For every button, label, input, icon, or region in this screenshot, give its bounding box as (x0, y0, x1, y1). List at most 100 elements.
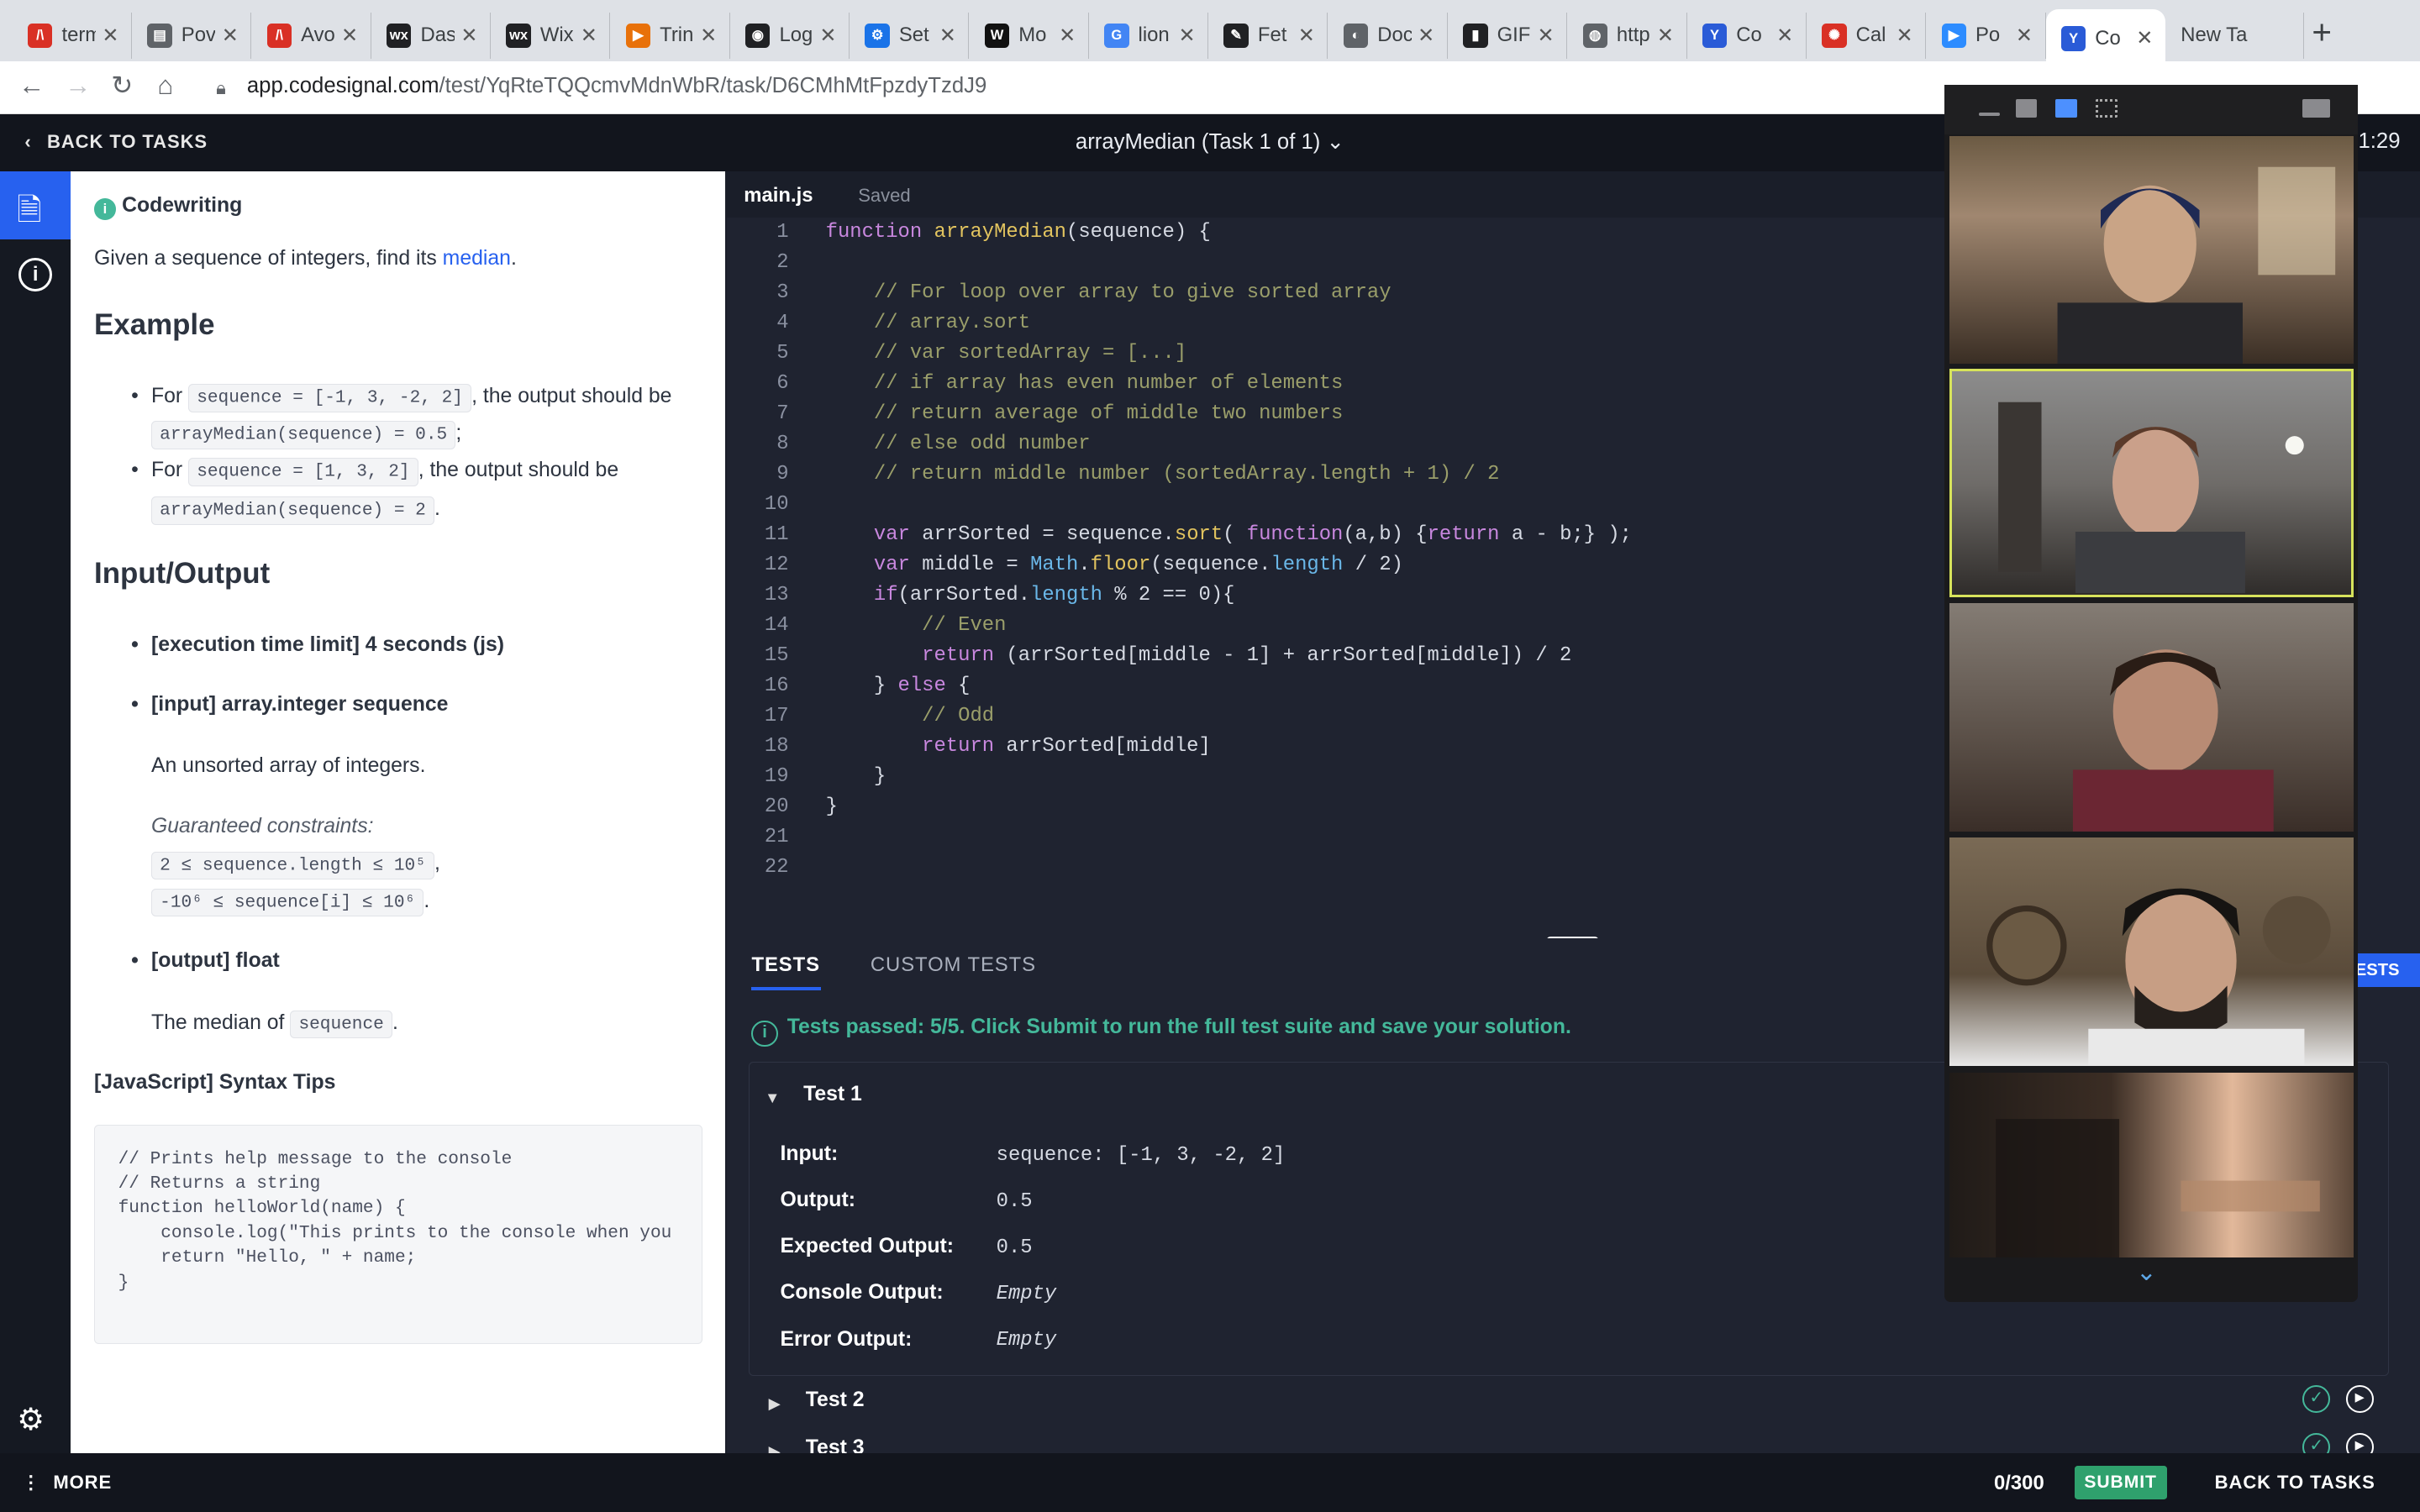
browser-tab[interactable]: W Mo ✕ (969, 12, 1089, 59)
code-line[interactable]: } else { (826, 675, 971, 706)
close-tab-icon[interactable]: ✕ (939, 24, 956, 48)
browser-tab[interactable]: /\ Avo ✕ (251, 12, 371, 59)
browser-tab[interactable]: ⚙ Set ✕ (850, 12, 970, 59)
speaker-view-icon[interactable] (2055, 98, 2078, 118)
participant-video-4[interactable] (1949, 837, 2354, 1067)
submit-button[interactable]: SUBMIT (2074, 1465, 2167, 1500)
code-line[interactable]: } (826, 765, 886, 796)
code-line[interactable]: // var sortedArray = [...] (826, 342, 1186, 373)
info-icon: i (751, 1021, 778, 1047)
tab-favicon-icon: ◍ (1582, 23, 1607, 48)
browser-tab[interactable]: Y Co ✕ (1687, 12, 1807, 59)
participant-video-1[interactable] (1949, 135, 2354, 365)
thumbnail-view-icon[interactable] (2015, 98, 2038, 118)
tab-label: Set (898, 24, 929, 47)
code-line[interactable]: var middle = Math.floor(sequence.length … (826, 554, 1403, 585)
close-tab-icon[interactable]: ✕ (102, 24, 118, 48)
code-line[interactable]: // else odd number (826, 433, 1091, 464)
chevron-down-icon[interactable]: ⌄ (2136, 1257, 2157, 1287)
close-tab-icon[interactable]: ✕ (222, 24, 239, 48)
browser-tab[interactable]: Y Co ✕ (2045, 9, 2165, 68)
close-tab-icon[interactable]: ✕ (1897, 24, 1913, 48)
close-tab-icon[interactable]: ✕ (1776, 24, 1793, 48)
caret-right-icon[interactable]: ▶ (769, 1394, 781, 1413)
constraint-1-code: 2 ≤ sequence.length ≤ 10⁵ (150, 851, 435, 880)
new-tab-button[interactable]: + (2312, 13, 2332, 52)
home-icon[interactable]: ⌂ (157, 71, 173, 101)
tab-tests[interactable]: TESTS (751, 953, 822, 991)
minimize-icon[interactable] (1978, 113, 2001, 116)
browser-tab[interactable]: ◉ Log ✕ (730, 12, 850, 59)
code-line[interactable]: // array.sort (826, 312, 1030, 343)
close-tab-icon[interactable]: ✕ (1537, 24, 1554, 48)
back-to-tasks-button[interactable]: BACK TO TASKS (2215, 1472, 2375, 1494)
browser-tab[interactable]: ✺ Cal ✕ (1807, 12, 1927, 59)
code-line[interactable]: } (826, 795, 838, 827)
browser-tab[interactable]: New Ta (2165, 12, 2305, 59)
browser-tab[interactable]: ▤ Pov ✕ (132, 12, 252, 59)
code-line[interactable]: return (arrSorted[middle - 1] + arrSorte… (826, 644, 1571, 675)
gallery-view-icon[interactable] (2096, 98, 2118, 118)
exit-fullscreen-icon[interactable] (2302, 98, 2331, 118)
caret-down-icon[interactable]: ▼ (765, 1089, 780, 1107)
test-2-header[interactable]: Test 2 (806, 1389, 865, 1412)
close-tab-icon[interactable]: ✕ (460, 24, 477, 48)
run-test-icon[interactable]: ▶ (2345, 1385, 2374, 1414)
test-1-header[interactable]: Test 1 (803, 1083, 862, 1106)
code-line[interactable]: // return middle number (sortedArray.len… (826, 463, 1500, 494)
more-button[interactable]: ⋮ MORE (22, 1472, 112, 1494)
file-tab[interactable]: main.js (744, 184, 813, 207)
participant-video-5[interactable] (1949, 1072, 2354, 1257)
participant-video-3[interactable] (1949, 603, 2354, 832)
median-link[interactable]: median (443, 247, 511, 270)
close-tab-icon[interactable]: ✕ (341, 24, 358, 48)
browser-tab[interactable]: ▮ GIF ✕ (1448, 12, 1568, 59)
browser-tab[interactable]: ▶ Po ✕ (1926, 12, 2046, 59)
close-tab-icon[interactable]: ✕ (581, 24, 597, 48)
line-number: 2 (776, 250, 789, 274)
lock-icon[interactable]: 🔒︎ (216, 77, 226, 99)
caret-right-icon[interactable]: ▶ (769, 1442, 781, 1453)
code-line[interactable]: // Even (826, 614, 1006, 645)
browser-tab[interactable]: ◐ Doc ✕ (1328, 12, 1448, 59)
close-tab-icon[interactable]: ✕ (700, 24, 717, 48)
run-test-icon[interactable]: ▶ (2345, 1433, 2374, 1454)
code-line[interactable]: return arrSorted[middle] (826, 735, 1211, 766)
tab-custom-tests[interactable]: CUSTOM TESTS (871, 953, 1036, 977)
participant-video-2-active-speaker[interactable] (1949, 368, 2354, 597)
gear-icon[interactable]: ⚙ (17, 1401, 45, 1437)
close-tab-icon[interactable]: ✕ (1657, 24, 1674, 48)
close-tab-icon[interactable]: ✕ (2136, 26, 2153, 50)
close-tab-icon[interactable]: ✕ (819, 24, 836, 48)
browser-tab[interactable]: /\ term ✕ (13, 12, 133, 59)
browser-tab[interactable]: wx Das ✕ (371, 12, 492, 59)
browser-tab[interactable]: Glion ✕ (1089, 12, 1209, 59)
forward-arrow-icon[interactable]: → (65, 71, 91, 101)
url-field[interactable]: app.codesignal.com/test/YqRteTQQcmvMdnWb… (247, 74, 986, 98)
close-tab-icon[interactable]: ✕ (2016, 24, 2033, 48)
close-tab-icon[interactable]: ✕ (1059, 24, 1076, 48)
back-arrow-icon[interactable]: ← (18, 71, 45, 101)
line-number: 16 (764, 674, 789, 697)
code-line[interactable]: // For loop over array to give sorted ar… (826, 281, 1392, 312)
output-label: Output: (780, 1189, 855, 1212)
reload-icon[interactable]: ↻ (111, 71, 133, 101)
browser-tab[interactable]: ▶ Trin ✕ (610, 12, 730, 59)
code-line[interactable]: // if array has even number of elements (826, 372, 1343, 403)
description-tab[interactable]: 🗎︎ (0, 171, 71, 239)
code-line[interactable]: // return average of middle two numbers (826, 402, 1343, 433)
code-line[interactable]: if(arrSorted.length % 2 == 0){ (826, 584, 1235, 615)
browser-tab[interactable]: ✎ Fet ✕ (1208, 12, 1328, 59)
close-tab-icon[interactable]: ✕ (1178, 24, 1195, 48)
code-line[interactable]: var arrSorted = sequence.sort( function(… (826, 523, 1632, 554)
browser-tab[interactable]: ◍ http ✕ (1567, 12, 1687, 59)
browser-tab[interactable]: wx Wix ✕ (491, 12, 611, 59)
code-line[interactable]: function arrayMedian(sequence) { (826, 221, 1211, 252)
close-tab-icon[interactable]: ✕ (1298, 24, 1315, 48)
code-line[interactable]: // Odd (826, 705, 994, 736)
error-output-label: Error Output: (780, 1327, 913, 1351)
info-icon[interactable]: i (18, 257, 53, 292)
test-3-header[interactable]: Test 3 (806, 1436, 865, 1453)
close-tab-icon[interactable]: ✕ (1418, 24, 1434, 48)
video-call-overlay[interactable]: ⌄ (1944, 85, 2359, 1303)
